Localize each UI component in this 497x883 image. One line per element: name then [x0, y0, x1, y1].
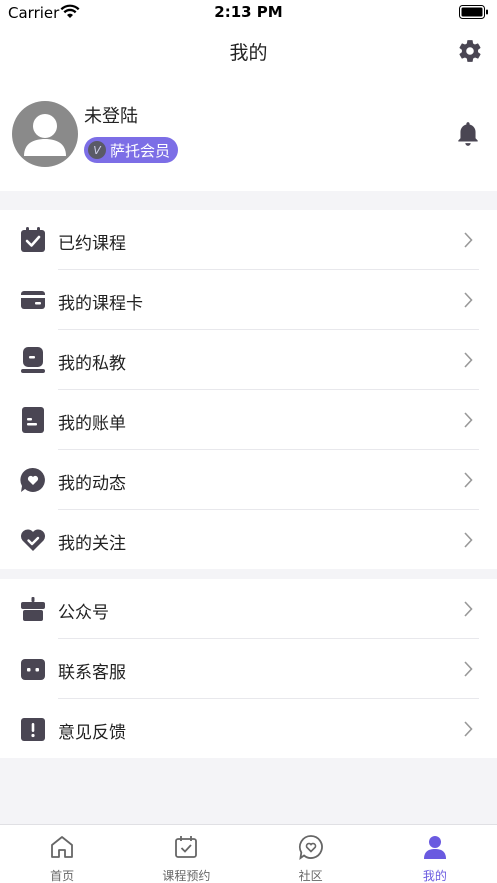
- tab-course-booking[interactable]: 课程预约: [124, 825, 248, 883]
- tab-label: 我的: [422, 869, 447, 883]
- chevron-right-icon: [464, 352, 473, 368]
- menu-item-course-card[interactable]: 我的课程卡: [0, 270, 497, 330]
- clock: 2:13 PM: [214, 3, 283, 21]
- menu-item-moments[interactable]: 我的动态: [0, 450, 497, 510]
- menu-group-main: 已约课程 我的课程卡 我的私教 我的账单 我的动态 我的关注: [0, 210, 497, 569]
- bell-icon[interactable]: [455, 120, 481, 148]
- chevron-right-icon: [464, 292, 473, 308]
- menu-item-booked-courses[interactable]: 已约课程: [0, 210, 497, 270]
- tab-label: 课程预约: [162, 869, 211, 883]
- coach-icon: [21, 347, 45, 373]
- menu-item-label: 我的动态: [58, 474, 126, 494]
- feedback-icon: [21, 718, 45, 741]
- menu-item-feedback[interactable]: 意见反馈: [0, 699, 497, 759]
- gift-box-icon: [21, 597, 45, 621]
- menu-item-label: 我的账单: [58, 414, 126, 434]
- user-silhouette-icon: [24, 114, 66, 156]
- chevron-right-icon: [464, 532, 473, 548]
- calendar-check-icon: [175, 836, 198, 858]
- chevron-right-icon: [464, 412, 473, 428]
- status-bar: Carrier 2:13 PM: [0, 0, 497, 26]
- username[interactable]: 未登陆: [84, 102, 138, 128]
- menu-item-label: 我的私教: [58, 354, 126, 374]
- menu-item-customer-service[interactable]: 联系客服: [0, 639, 497, 699]
- tab-home[interactable]: 首页: [0, 825, 124, 883]
- chevron-right-icon: [464, 472, 473, 488]
- card-icon: [21, 291, 45, 309]
- menu-item-label: 已约课程: [58, 234, 126, 254]
- menu-item-bills[interactable]: 我的账单: [0, 390, 497, 450]
- tab-label: 首页: [50, 869, 75, 883]
- chevron-right-icon: [464, 661, 473, 677]
- home-icon: [51, 836, 74, 858]
- menu-item-label: 我的课程卡: [58, 294, 143, 314]
- tab-community[interactable]: 社区: [249, 825, 373, 883]
- chevron-right-icon: [464, 721, 473, 737]
- calendar-check-icon: [21, 227, 45, 252]
- tab-label: 社区: [298, 869, 323, 883]
- avatar[interactable]: [12, 101, 78, 167]
- chevron-right-icon: [464, 232, 473, 248]
- member-label: 萨托会员: [110, 141, 171, 160]
- menu-item-label: 我的关注: [58, 534, 126, 554]
- tab-bar: 首页 课程预约 社区 我的: [0, 824, 497, 883]
- profile-section: 未登陆 V 萨托会员: [0, 76, 497, 191]
- vip-icon: V: [88, 141, 106, 159]
- chat-heart-icon: [20, 467, 45, 492]
- menu-item-label: 意见反馈: [58, 723, 126, 743]
- menu-item-official-account[interactable]: 公众号: [0, 579, 497, 639]
- member-badge[interactable]: V 萨托会员: [84, 137, 179, 163]
- page-title: 我的: [229, 42, 268, 64]
- chat-heart-icon: [298, 835, 323, 860]
- chevron-right-icon: [464, 601, 473, 617]
- menu-group-support: 公众号 联系客服 意见反馈: [0, 579, 497, 758]
- user-icon: [423, 836, 446, 859]
- menu-item-label: 公众号: [58, 603, 109, 623]
- service-icon: [21, 659, 45, 680]
- heart-check-icon: [20, 529, 46, 551]
- battery-icon: [459, 5, 488, 19]
- menu-item-following[interactable]: 我的关注: [0, 510, 497, 570]
- bill-icon: [22, 407, 44, 433]
- menu-item-private-coach[interactable]: 我的私教: [0, 330, 497, 390]
- gear-icon[interactable]: [457, 38, 483, 64]
- nav-bar: 我的: [0, 26, 497, 76]
- tab-mine[interactable]: 我的: [373, 825, 497, 883]
- menu-item-label: 联系客服: [58, 663, 126, 683]
